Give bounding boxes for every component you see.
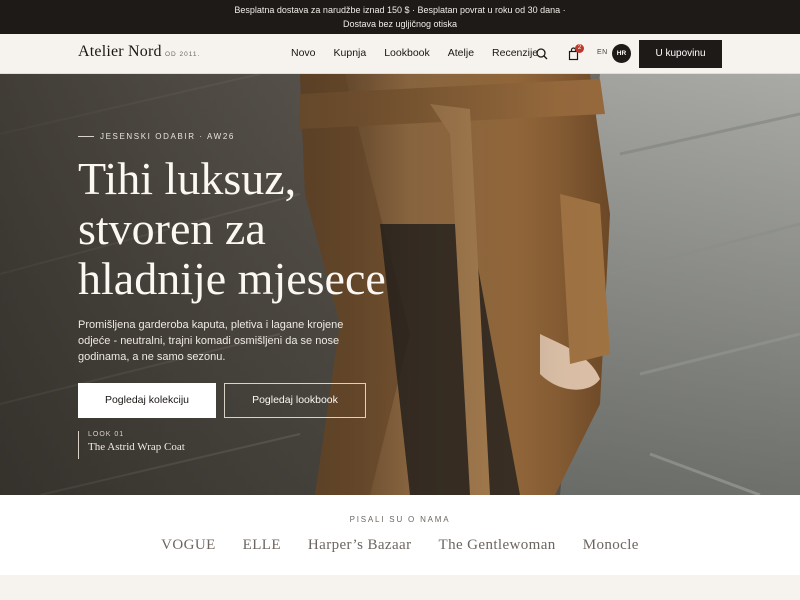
hero-description: Promišljena garderoba kaputa, pletiva i …: [78, 319, 344, 363]
eyebrow-divider: [78, 136, 94, 137]
language-hr-toggle[interactable]: HR: [612, 44, 631, 63]
hero-section: JESENSKI ODABIR · AW26 Tihi luksuz, stvo…: [0, 74, 800, 495]
look-number: LOOK 01: [88, 431, 125, 438]
shop-now-button[interactable]: U kupovinu: [639, 40, 722, 68]
hero-headline: Tihi luksuz, stvoren za hladnije mjesece: [78, 154, 458, 304]
view-collection-button[interactable]: Pogledaj kolekciju: [78, 383, 216, 418]
view-lookbook-button[interactable]: Pogledaj lookbook: [224, 383, 366, 418]
look-caption[interactable]: LOOK 01 The Astrid Wrap Coat: [78, 431, 185, 459]
announcement-bar: Besplatna dostava za narudžbe iznad 150 …: [0, 0, 800, 34]
press-logo-vogue: VOGUE: [161, 537, 216, 553]
press-logo-monocle: Monocle: [582, 537, 639, 553]
brand-logo[interactable]: Atelier Nord: [78, 43, 162, 61]
hero-eyebrow: JESENSKI ODABIR · AW26: [78, 132, 235, 141]
press-logo-the-gentlewoman: The Gentlewoman: [438, 537, 556, 553]
language-en-toggle[interactable]: EN: [597, 49, 608, 56]
hero-headline-line-1: Tihi luksuz,: [78, 153, 297, 204]
press-section: PISALI SU O NAMA VOGUE ELLE Harper’s Baz…: [0, 495, 800, 575]
nav-link-kupnja[interactable]: Kupnja: [334, 47, 367, 59]
main-nav: Novo Kupnja Lookbook Atelje Recenzije: [291, 47, 556, 59]
nav-link-recenzije[interactable]: Recenzije: [492, 47, 538, 59]
hero-headline-line-3: hladnije mjesece: [78, 253, 386, 304]
nav-link-novo[interactable]: Novo: [291, 47, 316, 59]
announcement-line-1: Besplatna dostava za narudžbe iznad 150 …: [234, 5, 566, 15]
look-product-name: The Astrid Wrap Coat: [88, 441, 185, 453]
search-icon[interactable]: [534, 46, 550, 62]
cart-count-badge: 2: [575, 44, 584, 53]
hero-headline-line-2: stvoren za: [78, 203, 266, 254]
site-header: Atelier Nord OD 2011. Novo Kupnja Lookbo…: [0, 34, 800, 74]
press-logo-harpers-bazaar: Harper’s Bazaar: [307, 537, 412, 553]
brand-established: OD 2011.: [165, 51, 201, 58]
next-section-edge: [0, 575, 800, 600]
nav-link-atelje[interactable]: Atelje: [448, 47, 474, 59]
hero-eyebrow-text: JESENSKI ODABIR · AW26: [100, 132, 235, 141]
press-logos: VOGUE ELLE Harper’s Bazaar The Gentlewom…: [0, 537, 800, 554]
announcement-line-2: Dostava bez ugljičnog otiska: [342, 19, 458, 29]
press-title: PISALI SU O NAMA: [349, 515, 451, 524]
press-logo-elle: ELLE: [242, 537, 281, 553]
nav-link-lookbook[interactable]: Lookbook: [384, 47, 430, 59]
